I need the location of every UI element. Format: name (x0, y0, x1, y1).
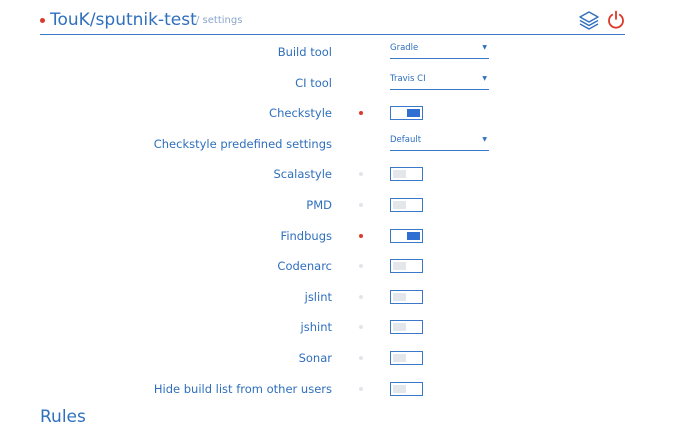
state-indicator-dot (359, 355, 363, 360)
setting-label: CI tool (295, 75, 332, 90)
state-indicator-dot (359, 202, 363, 207)
select-value: Travis CI (390, 73, 426, 84)
setting-label: Build tool (277, 45, 332, 59)
setting-label: Hide build list from other users (153, 381, 332, 396)
setting-row-findbugs: Findbugs (0, 221, 700, 252)
setting-row-pmd: PMD (0, 190, 700, 221)
state-indicator-dot (359, 111, 363, 116)
power-icon[interactable] (606, 10, 626, 30)
findbugs-toggle[interactable] (390, 228, 423, 243)
setting-label: Scalastyle (273, 167, 333, 182)
state-indicator-dot (359, 172, 363, 177)
caret-down-icon: ▼ (482, 135, 487, 143)
setting-row-checkstyle-predefined-settings: Checkstyle predefined settings Default ▼ (0, 129, 700, 160)
repo-status-dot (40, 18, 45, 23)
sonar-toggle[interactable] (390, 350, 423, 365)
setting-row-jslint: jslint (0, 282, 700, 313)
toggle-knob (393, 353, 406, 362)
setting-label: PMD (306, 197, 332, 212)
setting-row-sonar: Sonar (0, 343, 700, 374)
checkstyle-toggle[interactable] (390, 106, 423, 121)
setting-label: Findbugs (280, 228, 332, 243)
toggle-knob (393, 262, 406, 271)
scalastyle-toggle[interactable] (390, 167, 423, 182)
setting-label: jshint (300, 320, 332, 335)
ci-tool-select[interactable]: Travis CI ▼ (390, 73, 489, 90)
layers-icon[interactable] (579, 10, 599, 30)
state-indicator-dot (359, 233, 363, 238)
settings-list: Build tool Gradle ▼ CI tool Travis CI ▼ Checks… (0, 37, 700, 404)
page-header: TouK/sputnik-test / settings (40, 8, 625, 35)
toggle-knob (407, 231, 420, 240)
select-value: Default (390, 134, 422, 145)
jslint-toggle[interactable] (390, 289, 423, 304)
setting-row-ci-tool: CI tool Travis CI ▼ (0, 68, 700, 99)
toggle-knob (393, 323, 406, 332)
toggle-knob (393, 200, 406, 209)
setting-row-codenarc: Codenarc (0, 251, 700, 282)
toggle-knob (393, 170, 406, 179)
pmd-toggle[interactable] (390, 197, 423, 212)
toggle-knob (393, 292, 406, 301)
state-indicator-dot (359, 325, 363, 330)
setting-row-checkstyle: Checkstyle (0, 98, 700, 129)
setting-row-hide-build-list-from-other-users: Hide build list from other users (0, 374, 700, 405)
hide-build-list-from-other-users-toggle[interactable] (390, 381, 423, 396)
state-indicator-dot (359, 264, 363, 269)
setting-label: jslint (304, 289, 332, 304)
build-tool-select[interactable]: Gradle ▼ (390, 42, 489, 59)
checkstyle-predefined-settings-select[interactable]: Default ▼ (390, 134, 489, 151)
toggle-knob (407, 109, 420, 118)
codenarc-toggle[interactable] (390, 259, 423, 274)
setting-label: Checkstyle (269, 106, 332, 121)
state-indicator-dot (359, 386, 363, 391)
setting-row-jshint: jshint (0, 312, 700, 343)
caret-down-icon: ▼ (482, 44, 487, 51)
setting-label: Checkstyle predefined settings (153, 136, 332, 151)
setting-label: Codenarc (277, 259, 332, 274)
breadcrumb: / settings (196, 15, 243, 26)
state-indicator-dot (359, 294, 363, 299)
rules-heading: Rules (40, 407, 86, 427)
toggle-knob (393, 384, 406, 393)
setting-row-build-tool: Build tool Gradle ▼ (0, 37, 700, 68)
repo-title[interactable]: TouK/sputnik-test (50, 10, 197, 30)
caret-down-icon: ▼ (482, 74, 487, 82)
jshint-toggle[interactable] (390, 320, 423, 335)
select-value: Gradle (390, 43, 419, 53)
setting-label: Sonar (298, 350, 332, 365)
setting-row-scalastyle: Scalastyle (0, 159, 700, 190)
